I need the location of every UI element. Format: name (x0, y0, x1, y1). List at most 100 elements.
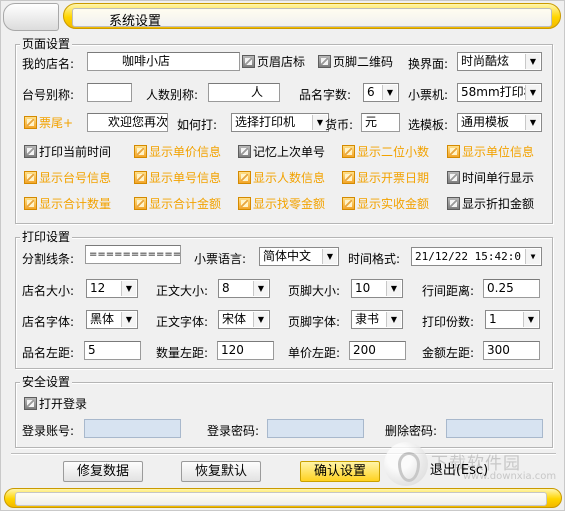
body-font-label: 正文字体: (156, 315, 209, 329)
body-size-select[interactable]: 8 ▼ (218, 279, 270, 298)
checkbox-icon (447, 171, 460, 184)
chevron-down-icon: ▼ (253, 281, 268, 296)
exit-button[interactable]: 退出(Esc) (419, 461, 499, 482)
login-password-label: 登录密码: (207, 424, 260, 438)
option-label: 显示二位小数 (357, 145, 430, 159)
chevron-down-icon: ▼ (525, 249, 540, 264)
option-label: 显示单号信息 (149, 171, 222, 185)
option-checkbox[interactable]: 显示单号信息 (134, 170, 221, 186)
repair-data-button[interactable]: 修复数据 (63, 461, 143, 482)
option-label: 显示开票日期 (357, 171, 430, 185)
copies-select[interactable]: 1 ▼ (485, 310, 540, 329)
option-checkbox[interactable]: 时间单行显示 (447, 170, 534, 186)
delete-password-input[interactable] (446, 419, 543, 438)
restore-default-button[interactable]: 恢复默认 (181, 461, 261, 482)
shop-size-label: 店名大小: (22, 284, 75, 298)
settings-window: 系统设置 页面设置 我的店名: 咖啡小店 页眉店标 页脚二维码 换界面: 时尚酷… (0, 0, 565, 511)
ticket-tail-checkbox[interactable]: 票尾+ (24, 115, 73, 131)
checkbox-icon (134, 197, 147, 210)
footer-size-select[interactable]: 10 ▼ (351, 279, 403, 298)
option-label: 记忆上次单号 (253, 145, 326, 159)
theme-select[interactable]: 时尚酷炫 ▼ (457, 52, 542, 71)
table-alias-label: 台号别称: (22, 88, 75, 102)
name-left-input[interactable]: 5 (84, 341, 141, 360)
template-select[interactable]: 通用模板 ▼ (457, 113, 542, 132)
checkbox-icon (342, 197, 355, 210)
option-label: 显示合计数量 (39, 197, 112, 211)
table-alias-input[interactable] (87, 83, 132, 102)
amount-left-label: 金额左距: (422, 346, 475, 360)
option-checkbox[interactable]: 记忆上次单号 (238, 144, 325, 160)
option-checkbox[interactable]: 显示二位小数 (342, 144, 429, 160)
option-checkbox[interactable]: 显示台号信息 (24, 170, 111, 186)
checkbox-icon (24, 397, 37, 410)
checkbox-icon (238, 145, 251, 158)
how-print-select[interactable]: 选择打印机 ▼ (231, 113, 329, 132)
checkbox-icon (238, 171, 251, 184)
line-spacing-input[interactable]: 0.25 (483, 279, 540, 298)
chevron-down-icon: ▼ (253, 312, 268, 327)
option-label: 显示台号信息 (39, 171, 112, 185)
theme-label: 换界面: (408, 57, 449, 71)
shop-font-label: 店名字体: (22, 315, 75, 329)
chevron-down-icon: ▼ (386, 312, 401, 327)
confirm-settings-button[interactable]: 确认设置 (300, 461, 380, 482)
price-left-input[interactable]: 200 (349, 341, 406, 360)
checkbox-icon (134, 171, 147, 184)
shop-name-input[interactable]: 咖啡小店 (87, 52, 240, 71)
status-bar (4, 488, 562, 508)
chevron-down-icon: ▼ (382, 85, 397, 100)
option-checkbox[interactable]: 打印当前时间 (24, 144, 111, 160)
option-checkbox[interactable]: 显示合计数量 (24, 196, 111, 212)
printer-select[interactable]: 58mm打印机 ▼ (457, 83, 542, 102)
checkbox-icon (342, 171, 355, 184)
currency-input[interactable]: 元 (361, 113, 400, 132)
shop-font-select[interactable]: 黑体 ▼ (86, 310, 138, 329)
page-settings-title: 页面设置 (20, 37, 73, 52)
chevron-down-icon: ▼ (525, 54, 540, 69)
shop-name-label: 我的店名: (22, 57, 75, 71)
option-checkbox[interactable]: 显示找零金额 (238, 196, 325, 212)
option-checkbox[interactable]: 显示人数信息 (238, 170, 325, 186)
option-checkbox[interactable]: 显示实收金额 (342, 196, 429, 212)
checkbox-icon (238, 197, 251, 210)
qty-left-label: 数量左距: (156, 346, 209, 360)
item-chars-label: 品名字数: (299, 88, 352, 102)
option-checkbox[interactable]: 显示合计金额 (134, 196, 221, 212)
line-spacing-label: 行间距离: (422, 284, 475, 298)
amount-left-input[interactable]: 300 (483, 341, 540, 360)
divider-input[interactable]: ================ (85, 245, 181, 264)
item-chars-select[interactable]: 6 ▼ (363, 83, 399, 102)
option-checkbox[interactable]: 显示单位信息 (447, 144, 534, 160)
security-settings-group: 安全设置 (15, 375, 553, 448)
divider-label: 分割线条: (22, 252, 75, 266)
footer-qr-checkbox[interactable]: 页脚二维码 (318, 54, 393, 70)
open-login-checkbox[interactable]: 打开登录 (24, 396, 87, 412)
option-checkbox[interactable]: 显示折扣金额 (447, 196, 534, 212)
body-font-select[interactable]: 宋体 ▼ (218, 310, 270, 329)
qty-left-input[interactable]: 120 (217, 341, 274, 360)
shop-size-select[interactable]: 12 ▼ (86, 279, 138, 298)
ticket-lang-label: 小票语言: (194, 252, 247, 266)
chevron-down-icon: ▼ (322, 249, 337, 264)
chevron-down-icon: ▼ (523, 312, 538, 327)
price-left-label: 单价左距: (288, 346, 341, 360)
login-account-label: 登录账号: (22, 424, 75, 438)
login-account-input[interactable] (84, 419, 181, 438)
footer-font-select[interactable]: 隶书 ▼ (351, 310, 403, 329)
time-format-select[interactable]: 21/12/22 15:42:0 ▼ (411, 247, 542, 266)
template-label: 选模板: (408, 118, 449, 132)
ticket-tail-input[interactable]: 欢迎您再次 (87, 113, 168, 132)
footer-font-label: 页脚字体: (288, 315, 341, 329)
option-label: 显示找零金额 (253, 197, 326, 211)
ticket-lang-select[interactable]: 简体中文 ▼ (259, 247, 339, 266)
people-alias-input[interactable]: 人 (208, 83, 280, 102)
option-checkbox[interactable]: 显示单价信息 (134, 144, 221, 160)
footer-size-label: 页脚大小: (288, 284, 341, 298)
option-checkbox[interactable]: 显示开票日期 (342, 170, 429, 186)
body-size-label: 正文大小: (156, 284, 209, 298)
login-password-input[interactable] (267, 419, 364, 438)
header-shop-checkbox[interactable]: 页眉店标 (242, 54, 305, 70)
option-label: 打印当前时间 (39, 145, 112, 159)
option-label: 显示合计金额 (149, 197, 222, 211)
